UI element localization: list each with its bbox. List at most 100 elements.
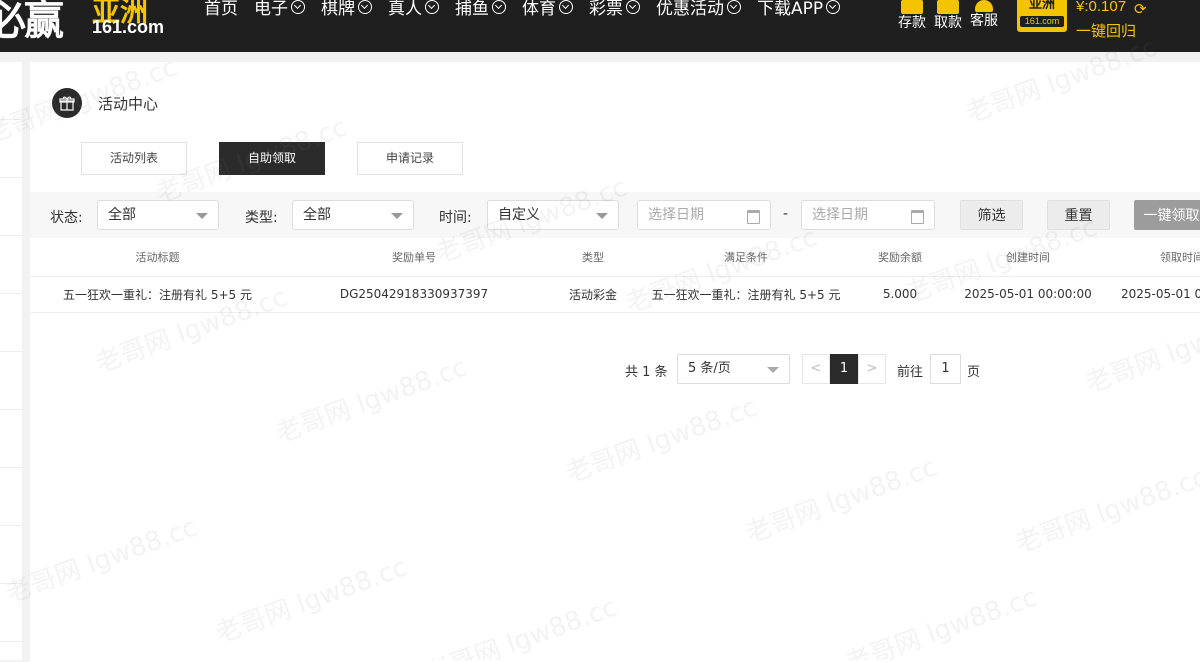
sidebar-item[interactable] (0, 352, 22, 410)
table-cell: 活动彩金 (568, 287, 617, 302)
caret-down-icon (196, 213, 208, 219)
wallet-icon (901, 0, 923, 14)
status-label: 状态: (50, 210, 83, 226)
table-cell: 五一狂欢一重礼：注册有礼 5+5 元 (651, 287, 841, 302)
nav-label: 捕鱼 (455, 0, 489, 19)
caret-down-icon (596, 213, 608, 219)
sidebar-item[interactable] (0, 294, 22, 352)
logo-main[interactable]: 必赢 (0, 0, 64, 46)
prev-page-button[interactable]: < (802, 354, 830, 384)
brand-badge: 亚洲 161.com (1017, 0, 1067, 32)
column-header: 奖励余额 (878, 251, 922, 264)
table-cell: DG25042918330937397 (339, 287, 489, 301)
table-row[interactable]: 五一狂欢一重礼：注册有礼 5+5 元 DG25042918330937397 活… (30, 276, 1200, 313)
status-value: 全部 (108, 207, 136, 223)
chevron-down-icon (492, 0, 506, 14)
nav-download-app[interactable]: 下载APP (757, 0, 841, 19)
goto-label: 前往 (897, 365, 924, 380)
calendar-icon (747, 210, 760, 224)
sidebar-item[interactable] (0, 526, 22, 584)
sidebar-item[interactable] (0, 584, 22, 642)
start-date-placeholder: 选择日期 (648, 207, 704, 223)
service-label: 客服 (970, 13, 998, 29)
nav-home[interactable]: 首页 (204, 0, 238, 19)
end-date-input[interactable]: 选择日期 (801, 200, 935, 230)
chevron-down-icon (727, 0, 741, 14)
reset-button[interactable]: 重置 (1047, 200, 1110, 230)
nav-chess[interactable]: 棋牌 (321, 0, 372, 19)
sidebar-item[interactable] (0, 236, 22, 294)
time-value: 自定义 (498, 207, 540, 223)
nav-label: 真人 (388, 0, 422, 19)
withdraw-button[interactable]: 取款 (931, 0, 965, 31)
goto-page-input[interactable]: 1 (930, 354, 961, 384)
badge-text: 亚洲 (1028, 0, 1055, 12)
chevron-down-icon (291, 0, 305, 14)
filter-button[interactable]: 筛选 (960, 200, 1023, 230)
column-header: 奖励单号 (392, 251, 436, 264)
main-nav: 首页 电子 棋牌 真人 捕鱼 体育 彩票 优惠活动 下载APP (204, 0, 856, 19)
sidebar-item[interactable] (0, 410, 22, 468)
customer-service-button[interactable]: 客服 (967, 0, 1001, 29)
caret-down-icon (767, 367, 779, 373)
withdraw-icon (937, 0, 959, 14)
nav-label: 棋牌 (321, 0, 355, 19)
nav-slots[interactable]: 电子 (254, 0, 305, 19)
column-header: 类型 (582, 251, 604, 264)
refresh-icon[interactable]: ⟳ (1134, 0, 1147, 18)
page-size-select[interactable]: 5 条/页 (677, 354, 790, 384)
nav-fishing[interactable]: 捕鱼 (455, 0, 506, 19)
chevron-down-icon (626, 0, 640, 14)
table-header: 活动标题 奖励单号 类型 满足条件 奖励余额 创建时间 领取时间 (30, 238, 1200, 277)
current-page-button[interactable]: 1 (830, 354, 858, 384)
activity-center-panel: 活动中心 活动列表 自助领取 申请记录 状态: 全部 类型: 全部 时间: 自定… (30, 62, 1200, 662)
column-header: 领取时间 (1160, 251, 1200, 264)
nav-label: 彩票 (589, 0, 623, 19)
start-date-input[interactable]: 选择日期 (637, 200, 771, 230)
nav-label: 电子 (254, 0, 288, 19)
tab-self-claim[interactable]: 自助领取 (219, 142, 325, 175)
sidebar-item[interactable] (0, 120, 22, 178)
chevron-down-icon (358, 0, 372, 14)
type-select[interactable]: 全部 (292, 200, 414, 230)
column-header: 满足条件 (724, 251, 768, 264)
time-select[interactable]: 自定义 (487, 200, 619, 230)
sidebar-item[interactable] (0, 468, 22, 526)
date-separator: - (783, 206, 789, 222)
status-select[interactable]: 全部 (97, 200, 219, 230)
nav-lottery[interactable]: 彩票 (589, 0, 640, 19)
nav-label: 下载APP (757, 0, 824, 19)
deposit-button[interactable]: 存款 (895, 0, 929, 31)
chevron-down-icon (826, 0, 841, 14)
logo-domain: 161.com (92, 17, 165, 37)
sidebar-item[interactable] (0, 178, 22, 236)
withdraw-label: 取款 (934, 15, 962, 31)
column-header: 活动标题 (135, 251, 180, 264)
type-label: 类型: (245, 210, 278, 226)
calendar-icon (911, 210, 924, 224)
type-value: 全部 (303, 207, 331, 223)
nav-sports[interactable]: 体育 (522, 0, 573, 19)
column-header: 创建时间 (1006, 251, 1050, 264)
deposit-label: 存款 (898, 15, 926, 31)
chevron-down-icon (425, 0, 439, 14)
next-page-button[interactable]: > (858, 354, 886, 384)
top-navbar: 必赢 亚洲 161.com 首页 电子 棋牌 真人 捕鱼 体育 彩票 优惠活动 … (0, 0, 1200, 52)
tab-application-records[interactable]: 申请记录 (357, 142, 463, 175)
one-click-recover-button[interactable]: 一键回归 (1076, 20, 1136, 41)
nav-label: 首页 (204, 0, 238, 19)
claim-all-button[interactable]: 一键领取 (1134, 200, 1200, 230)
end-date-placeholder: 选择日期 (812, 207, 868, 223)
tab-activity-list[interactable]: 活动列表 (81, 142, 187, 175)
nav-live[interactable]: 真人 (388, 0, 439, 19)
nav-label: 优惠活动 (656, 0, 724, 19)
nav-promotions[interactable]: 优惠活动 (656, 0, 741, 19)
sidebar-item[interactable] (0, 62, 22, 120)
pagination-total: 共 1 条 (625, 365, 668, 380)
table-cell: 2025-05-01 0 (1121, 287, 1200, 301)
page-unit-label: 页 (967, 365, 981, 380)
filter-bar: 状态: 全部 类型: 全部 时间: 自定义 选择日期 - 选择日期 筛选 重置 … (30, 192, 1200, 238)
page-size-value: 5 条/页 (688, 361, 731, 376)
table-cell: 5.000 (882, 287, 918, 301)
gift-icon (52, 88, 82, 118)
